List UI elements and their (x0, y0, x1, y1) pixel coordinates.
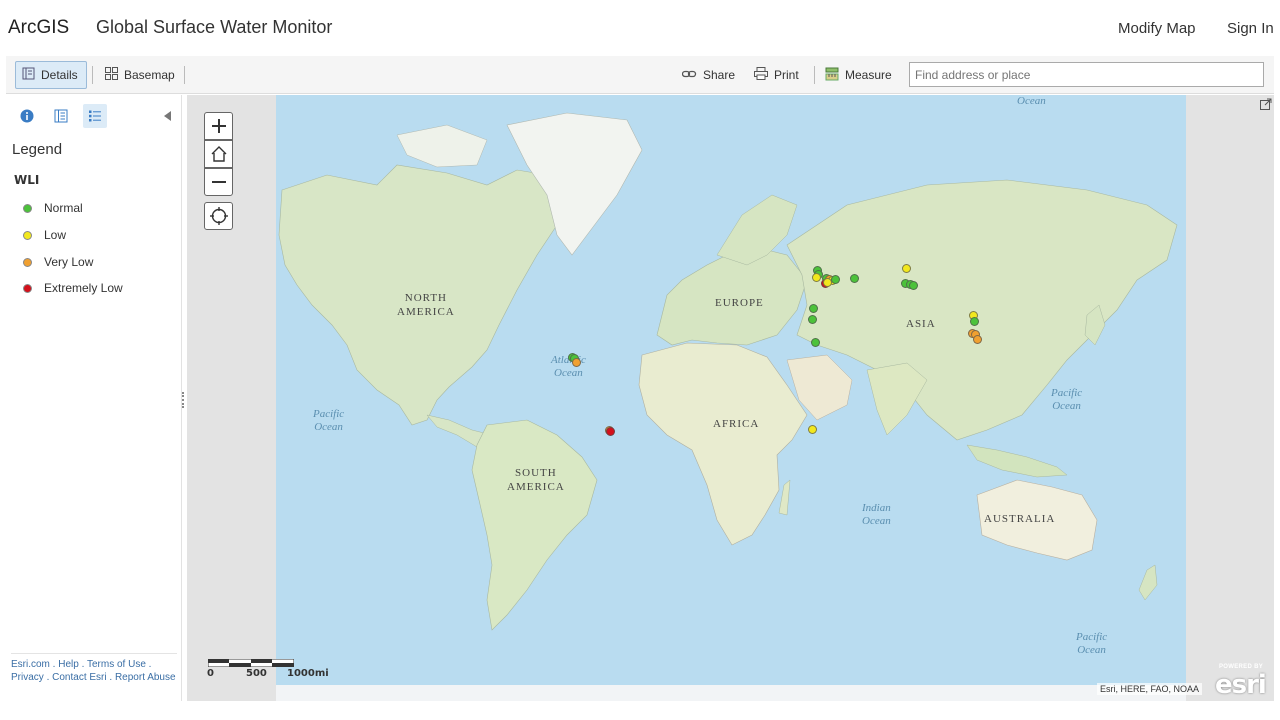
legend-swatch-extremely-low (23, 283, 32, 293)
link-icon (681, 68, 697, 82)
basemap-button[interactable]: Basemap (99, 61, 181, 89)
zoom-in-button[interactable] (204, 112, 233, 140)
measure-button[interactable]: Measure (819, 61, 898, 89)
share-label: Share (703, 68, 736, 82)
share-button[interactable]: Share (676, 61, 741, 89)
side-panel: Legend WLI Normal Low Very Low Extremely… (6, 95, 182, 701)
legend-layer-name: WLI (14, 173, 40, 187)
legend-item-extremely-low: Extremely Low (23, 280, 123, 296)
legend-tab[interactable] (83, 104, 107, 128)
toolbar-divider (184, 66, 185, 84)
terms-link[interactable]: Terms of Use (87, 659, 146, 670)
label-indian-ocean: Indian Ocean (862, 502, 891, 527)
modify-map-link[interactable]: Modify Map (1118, 20, 1196, 37)
app-header: ArcGIS Global Surface Water Monitor Modi… (0, 0, 1280, 56)
toolbar-divider (92, 66, 93, 84)
minus-icon (211, 181, 226, 183)
privacy-link[interactable]: Privacy (11, 672, 44, 683)
wli-point-normal[interactable] (970, 316, 980, 326)
scale-label-500: 500 (246, 668, 267, 679)
measure-label: Measure (845, 68, 892, 82)
legend-item-very-low: Very Low (23, 254, 93, 270)
print-label: Print (774, 68, 799, 82)
legend-swatch-low (23, 230, 32, 240)
ruler-icon (825, 67, 839, 84)
legend-swatch-normal (23, 203, 32, 213)
collapse-panel-button[interactable] (164, 108, 172, 126)
legend-label: Extremely Low (44, 281, 123, 295)
footer-divider (11, 653, 177, 654)
label-africa: AFRICA (713, 418, 760, 430)
legend-label: Low (44, 228, 67, 242)
legend-item-low: Low (23, 227, 66, 243)
layers-list-icon (54, 109, 68, 123)
contact-link[interactable]: Contact Esri (52, 672, 106, 683)
basemap-label: Basemap (124, 68, 175, 82)
label-pacific-ocean-south: Pacific Ocean (1076, 631, 1108, 656)
home-button[interactable] (204, 140, 233, 168)
wli-point-normal[interactable] (849, 273, 859, 283)
info-icon (20, 109, 34, 123)
label-europe: EUROPE (715, 297, 764, 309)
wli-point-low[interactable] (812, 272, 822, 282)
chevron-left-icon (164, 111, 171, 121)
map-view[interactable]: NORTH AMERICA SOUTH AMERICA EUROPE AFRIC… (187, 95, 1274, 701)
details-button[interactable]: Details (15, 61, 87, 89)
basemap-grid-icon (105, 67, 118, 83)
legend-list-icon (89, 110, 101, 122)
panel-resize-handle[interactable] (182, 392, 185, 408)
locate-button[interactable] (204, 202, 233, 230)
footer-links: Esri.com . Help . Terms of Use . Privacy… (11, 659, 176, 683)
sign-in-link[interactable]: Sign In (1227, 20, 1274, 37)
scale-bar (208, 659, 294, 667)
label-asia: ASIA (906, 318, 936, 330)
app-title: Global Surface Water Monitor (96, 17, 333, 37)
wli-point-extremely-low[interactable] (605, 426, 615, 436)
legend-title: Legend (12, 141, 63, 158)
expand-map-button[interactable] (1260, 97, 1272, 115)
wli-point-very-low[interactable] (571, 357, 581, 367)
esri-logo[interactable]: esri (1215, 670, 1267, 700)
scale-label-1000: 1000mi (287, 668, 329, 679)
report-abuse-link[interactable]: Report Abuse (115, 672, 176, 683)
printer-icon (754, 67, 768, 83)
expand-icon (1260, 98, 1272, 110)
antarctica-landmass (276, 685, 1186, 701)
print-button[interactable]: Print (748, 61, 805, 89)
legend-swatch-very-low (23, 257, 32, 267)
label-arctic-ocean: Ocean (1017, 95, 1046, 107)
legend-label: Normal (44, 201, 83, 215)
home-icon (211, 146, 226, 162)
scale-label-0: 0 (207, 668, 214, 679)
search-button[interactable] (1241, 62, 1264, 87)
map-attribution[interactable]: Esri, HERE, FAO, NOAA (1097, 683, 1203, 695)
wli-point-very-low[interactable] (972, 334, 982, 344)
label-north-america: NORTH AMERICA (397, 292, 455, 318)
zoom-out-button[interactable] (204, 168, 233, 196)
toolbar: Details Basemap Share Print Measure (6, 56, 1274, 94)
label-pacific-ocean-east: Pacific Ocean (1051, 387, 1083, 412)
crosshair-icon (209, 207, 228, 225)
label-australia: AUSTRALIA (984, 513, 1056, 525)
details-icon (22, 67, 35, 83)
arcgis-brand[interactable]: ArcGIS (8, 17, 69, 39)
esri-com-link[interactable]: Esri.com (11, 659, 50, 670)
content-tab[interactable] (49, 104, 73, 128)
toolbar-divider (814, 66, 815, 84)
legend-item-normal: Normal (23, 200, 83, 216)
about-tab[interactable] (15, 104, 39, 128)
search-input[interactable] (909, 62, 1242, 87)
label-pacific-ocean-west: Pacific Ocean (313, 408, 345, 433)
wli-point-low[interactable] (901, 263, 911, 273)
plus-icon (211, 119, 226, 133)
basemap-ocean (276, 95, 1186, 701)
help-link[interactable]: Help (58, 659, 79, 670)
details-label: Details (41, 68, 78, 82)
legend-label: Very Low (44, 255, 94, 269)
label-south-america: SOUTH AMERICA (507, 467, 565, 493)
